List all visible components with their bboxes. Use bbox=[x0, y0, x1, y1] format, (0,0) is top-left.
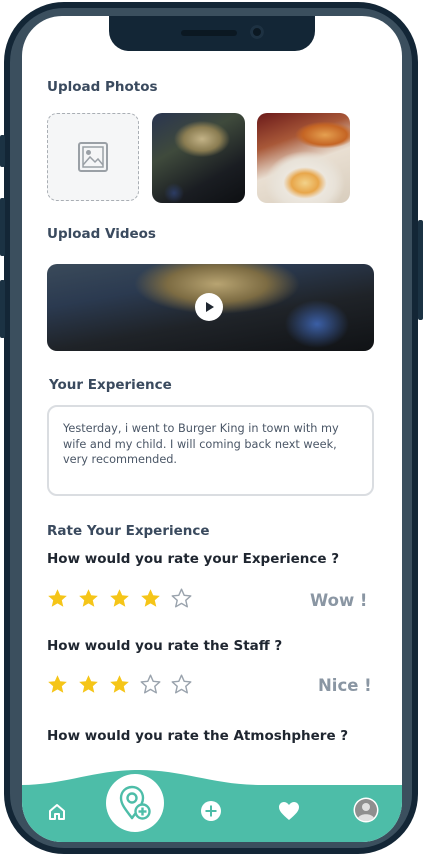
rating-verdict-staff: Nice ! bbox=[318, 676, 372, 695]
uploaded-video[interactable] bbox=[47, 264, 374, 351]
uploaded-photo-hotpot[interactable] bbox=[152, 113, 245, 203]
rate-experience-label: Rate Your Experience bbox=[47, 523, 210, 539]
app-screen: Upload Photos Upload Videos Your Experie… bbox=[22, 16, 402, 842]
front-camera bbox=[250, 25, 264, 39]
experience-textarea[interactable]: Yesterday, i went to Burger King in town… bbox=[47, 405, 374, 496]
question-staff: How would you rate the Staff ? bbox=[47, 638, 283, 654]
heart-icon bbox=[279, 802, 299, 820]
tab-add[interactable] bbox=[199, 799, 223, 823]
star-rating-staff[interactable] bbox=[47, 674, 202, 695]
tab-favorites[interactable] bbox=[276, 799, 302, 823]
profile-avatar bbox=[353, 797, 379, 823]
star-rating-experience[interactable] bbox=[47, 588, 202, 609]
star-filled-icon[interactable] bbox=[109, 588, 130, 609]
bottom-tab-bar bbox=[22, 785, 402, 842]
star-empty-icon[interactable] bbox=[171, 674, 192, 695]
star-filled-icon[interactable] bbox=[47, 674, 68, 695]
home-icon bbox=[49, 804, 65, 820]
volume-down-button bbox=[0, 198, 5, 256]
speaker bbox=[181, 30, 237, 36]
question-experience: How would you rate your Experience ? bbox=[47, 551, 340, 567]
play-icon bbox=[206, 302, 214, 312]
tab-home[interactable] bbox=[46, 801, 68, 823]
map-pin-add-icon bbox=[119, 785, 151, 820]
uploaded-photo-pizza[interactable] bbox=[257, 113, 350, 203]
power-button bbox=[418, 220, 423, 320]
star-empty-icon[interactable] bbox=[171, 588, 192, 609]
notch bbox=[109, 16, 315, 51]
add-photo-button[interactable] bbox=[47, 113, 139, 201]
your-experience-label: Your Experience bbox=[49, 377, 172, 393]
star-filled-icon[interactable] bbox=[109, 674, 130, 695]
upload-videos-label: Upload Videos bbox=[47, 226, 156, 242]
rating-verdict-experience: Wow ! bbox=[310, 591, 368, 610]
play-button[interactable] bbox=[195, 293, 223, 321]
plus-circle-icon bbox=[201, 801, 221, 821]
star-filled-icon[interactable] bbox=[140, 588, 161, 609]
add-location-button[interactable] bbox=[106, 774, 164, 832]
mute-switch bbox=[0, 280, 5, 338]
star-filled-icon[interactable] bbox=[78, 588, 99, 609]
star-empty-icon[interactable] bbox=[140, 674, 161, 695]
upload-photos-label: Upload Photos bbox=[47, 79, 158, 95]
image-placeholder-icon bbox=[78, 142, 108, 172]
star-filled-icon[interactable] bbox=[47, 588, 68, 609]
tab-profile[interactable] bbox=[353, 797, 379, 823]
star-filled-icon[interactable] bbox=[78, 674, 99, 695]
question-atmosphere: How would you rate the Atmoshphere ? bbox=[47, 728, 349, 744]
volume-up-button bbox=[0, 135, 5, 167]
